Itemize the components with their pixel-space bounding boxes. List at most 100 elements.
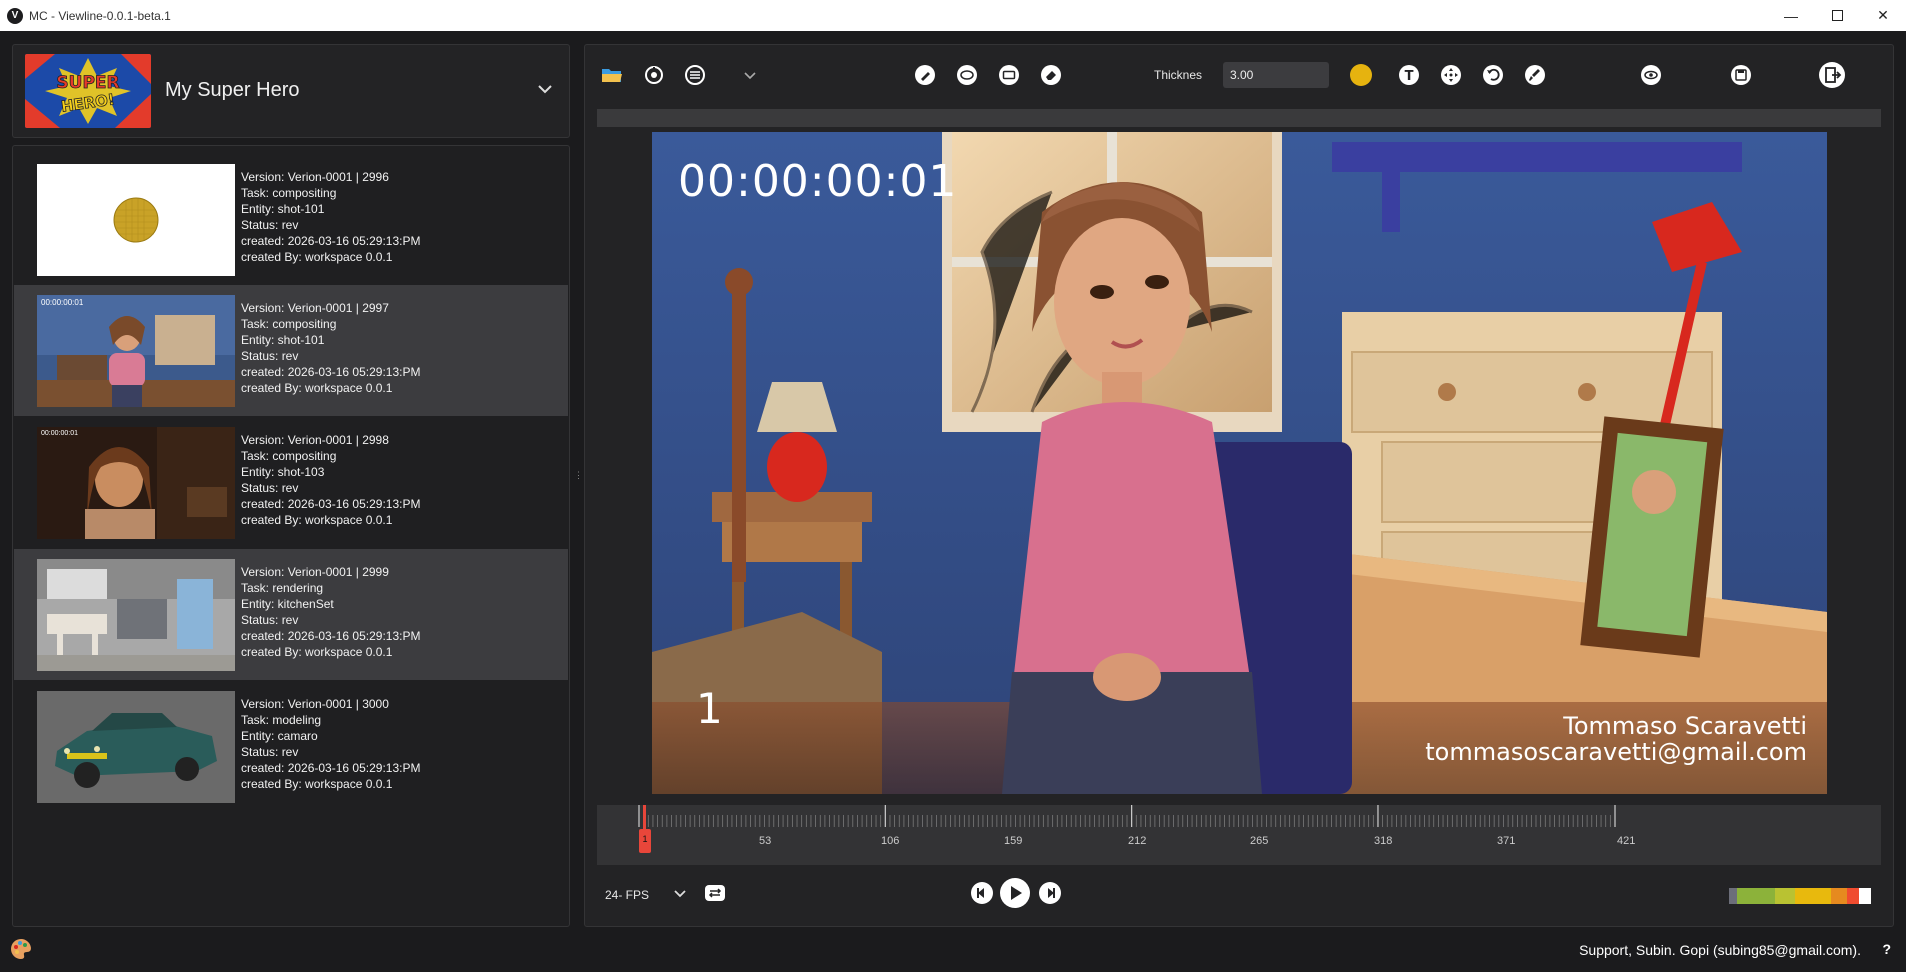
panel-splitter-handle[interactable]: ⋮: [574, 470, 583, 484]
next-frame-icon: [1039, 882, 1061, 904]
timeline-label: 421: [1617, 835, 1636, 847]
timeline-label: 212: [1128, 835, 1147, 847]
rectangle-tool-button[interactable]: [997, 63, 1021, 87]
exit-button[interactable]: [1818, 61, 1846, 89]
credit-email: tommasoscaravetti@gmail.com: [1425, 738, 1807, 766]
created-by-label: created By: workspace 0.0.1: [241, 512, 393, 527]
brush-color-swatch[interactable]: [1350, 64, 1372, 86]
play-button[interactable]: [998, 876, 1032, 910]
move-icon: [1441, 65, 1461, 85]
thickness-input[interactable]: [1223, 62, 1329, 88]
svg-text:T: T: [1405, 69, 1414, 84]
text-tool-button[interactable]: T: [1397, 63, 1421, 87]
entity-label: Entity: kitchenSet: [241, 596, 334, 611]
thumbnail-timecode: 00:00:00:01: [41, 298, 84, 307]
created-label: created: 2026-03-16 05:29:13:PM: [241, 628, 421, 643]
move-tool-button[interactable]: [1439, 63, 1463, 87]
level-meter: [1729, 888, 1871, 904]
fps-label: 24- FPS: [605, 888, 650, 902]
project-name: My Super Hero: [165, 79, 300, 101]
entity-label: Entity: camaro: [241, 728, 318, 743]
version-item[interactable]: 00:00:00:01 Version: Verion-0001 | 2998 …: [14, 417, 568, 548]
visibility-button[interactable]: [1639, 63, 1663, 87]
layer-dropdown-button[interactable]: [738, 63, 762, 87]
created-label: created: 2026-03-16 05:29:13:PM: [241, 496, 421, 511]
save-button[interactable]: [1729, 63, 1753, 87]
theme-button[interactable]: [9, 937, 33, 961]
playhead-frame-label: 1: [639, 829, 651, 853]
clear-button[interactable]: [1523, 63, 1547, 87]
eraser-icon: [1041, 65, 1061, 85]
undo-button[interactable]: [1481, 63, 1505, 87]
created-label: created: 2026-03-16 05:29:13:PM: [241, 364, 421, 379]
undo-icon: [1483, 65, 1503, 85]
status-label: Status: rev: [241, 744, 299, 759]
color-picker-button[interactable]: [642, 63, 666, 87]
task-label: Task: compositing: [241, 316, 337, 331]
close-button[interactable]: ✕: [1860, 0, 1906, 31]
color-picker-icon: [645, 66, 663, 84]
ellipse-icon: [957, 65, 977, 85]
chevron-down-icon: [744, 72, 756, 80]
project-header: SUPER HERO! My Super Hero: [12, 44, 570, 138]
eye-icon: [1641, 65, 1661, 85]
task-label: Task: compositing: [241, 448, 337, 463]
window-title: MC - Viewline-0.0.1-beta.1: [29, 8, 171, 23]
adjustments-button[interactable]: [683, 63, 707, 87]
credit-name: Tommaso Scaravetti: [1563, 712, 1807, 740]
media-viewer[interactable]: 00:00:00:01 1 Tommaso Scaravetti tommaso…: [652, 132, 1827, 794]
open-folder-icon: [602, 69, 622, 82]
version-item[interactable]: Version: Verion-0001 | 3000 Task: modeli…: [14, 681, 568, 812]
timeline-label: 318: [1374, 835, 1393, 847]
palette-icon: [11, 938, 31, 959]
viewer-timecode: 00:00:00:01: [678, 156, 958, 207]
task-label: Task: modeling: [241, 712, 322, 727]
created-by-label: created By: workspace 0.0.1: [241, 644, 393, 659]
open-folder-button[interactable]: [600, 63, 624, 87]
created-by-label: created By: workspace 0.0.1: [241, 249, 393, 264]
created-label: created: 2026-03-16 05:29:13:PM: [241, 760, 421, 775]
thumbnail-timecode: 00:00:00:01: [41, 430, 78, 437]
support-label: Support, Subin. Gopi (subing85@gmail.com…: [1579, 942, 1861, 958]
playhead[interactable]: 1: [639, 805, 651, 857]
version-item[interactable]: Version: Verion-0001 | 2999 Task: render…: [14, 549, 568, 680]
fps-dropdown-button[interactable]: [670, 883, 690, 903]
task-label: Task: compositing: [241, 185, 337, 200]
project-dropdown-button[interactable]: [535, 79, 555, 99]
maximize-button[interactable]: [1814, 0, 1860, 31]
version-item-selected[interactable]: 00:00:00:01 Version: Verion-0001 | 2997 …: [14, 285, 568, 416]
pen-tool-button[interactable]: [913, 63, 937, 87]
created-by-label: created By: workspace 0.0.1: [241, 380, 393, 395]
entity-label: Entity: shot-101: [241, 201, 325, 216]
thickness-label: Thicknes: [1154, 68, 1203, 82]
minimize-button[interactable]: —: [1768, 0, 1814, 31]
timeline[interactable]: 53 106 159 212 265 318 371 421 1: [597, 805, 1881, 865]
timeline-label: 371: [1497, 835, 1516, 847]
help-button[interactable]: ?: [1882, 941, 1891, 957]
rectangle-icon: [999, 65, 1019, 85]
maximize-icon: [1831, 10, 1843, 21]
pen-icon: [915, 65, 935, 85]
app-logo-icon: V: [7, 7, 23, 24]
next-frame-button[interactable]: [1037, 880, 1063, 906]
version-thumbnail: 00:00:00:01: [37, 427, 235, 539]
eraser-tool-button[interactable]: [1039, 63, 1063, 87]
created-by-label: created By: workspace 0.0.1: [241, 776, 393, 791]
timeline-label: 53: [759, 835, 772, 847]
version-thumbnail: [37, 691, 235, 803]
created-label: created: 2026-03-16 05:29:13:PM: [241, 233, 421, 248]
annotation-strip: [597, 109, 1881, 127]
loop-button[interactable]: [703, 882, 727, 904]
project-logo: SUPER HERO!: [25, 54, 151, 128]
timeline-label: 159: [1004, 835, 1023, 847]
minimize-icon: —: [1784, 7, 1798, 24]
version-list[interactable]: Version: Verion-0001 | 2996 Task: compos…: [12, 145, 570, 927]
title-bar: V MC - Viewline-0.0.1-beta.1 — ✕: [0, 0, 1906, 31]
version-thumbnail: [37, 164, 235, 276]
version-item[interactable]: Version: Verion-0001 | 2996 Task: compos…: [14, 154, 568, 285]
version-label: Version: Verion-0001 | 2997: [241, 301, 389, 315]
previous-frame-button[interactable]: [969, 880, 995, 906]
version-label: Version: Verion-0001 | 2999: [241, 565, 389, 579]
text-icon: T: [1399, 65, 1419, 85]
ellipse-tool-button[interactable]: [955, 63, 979, 87]
